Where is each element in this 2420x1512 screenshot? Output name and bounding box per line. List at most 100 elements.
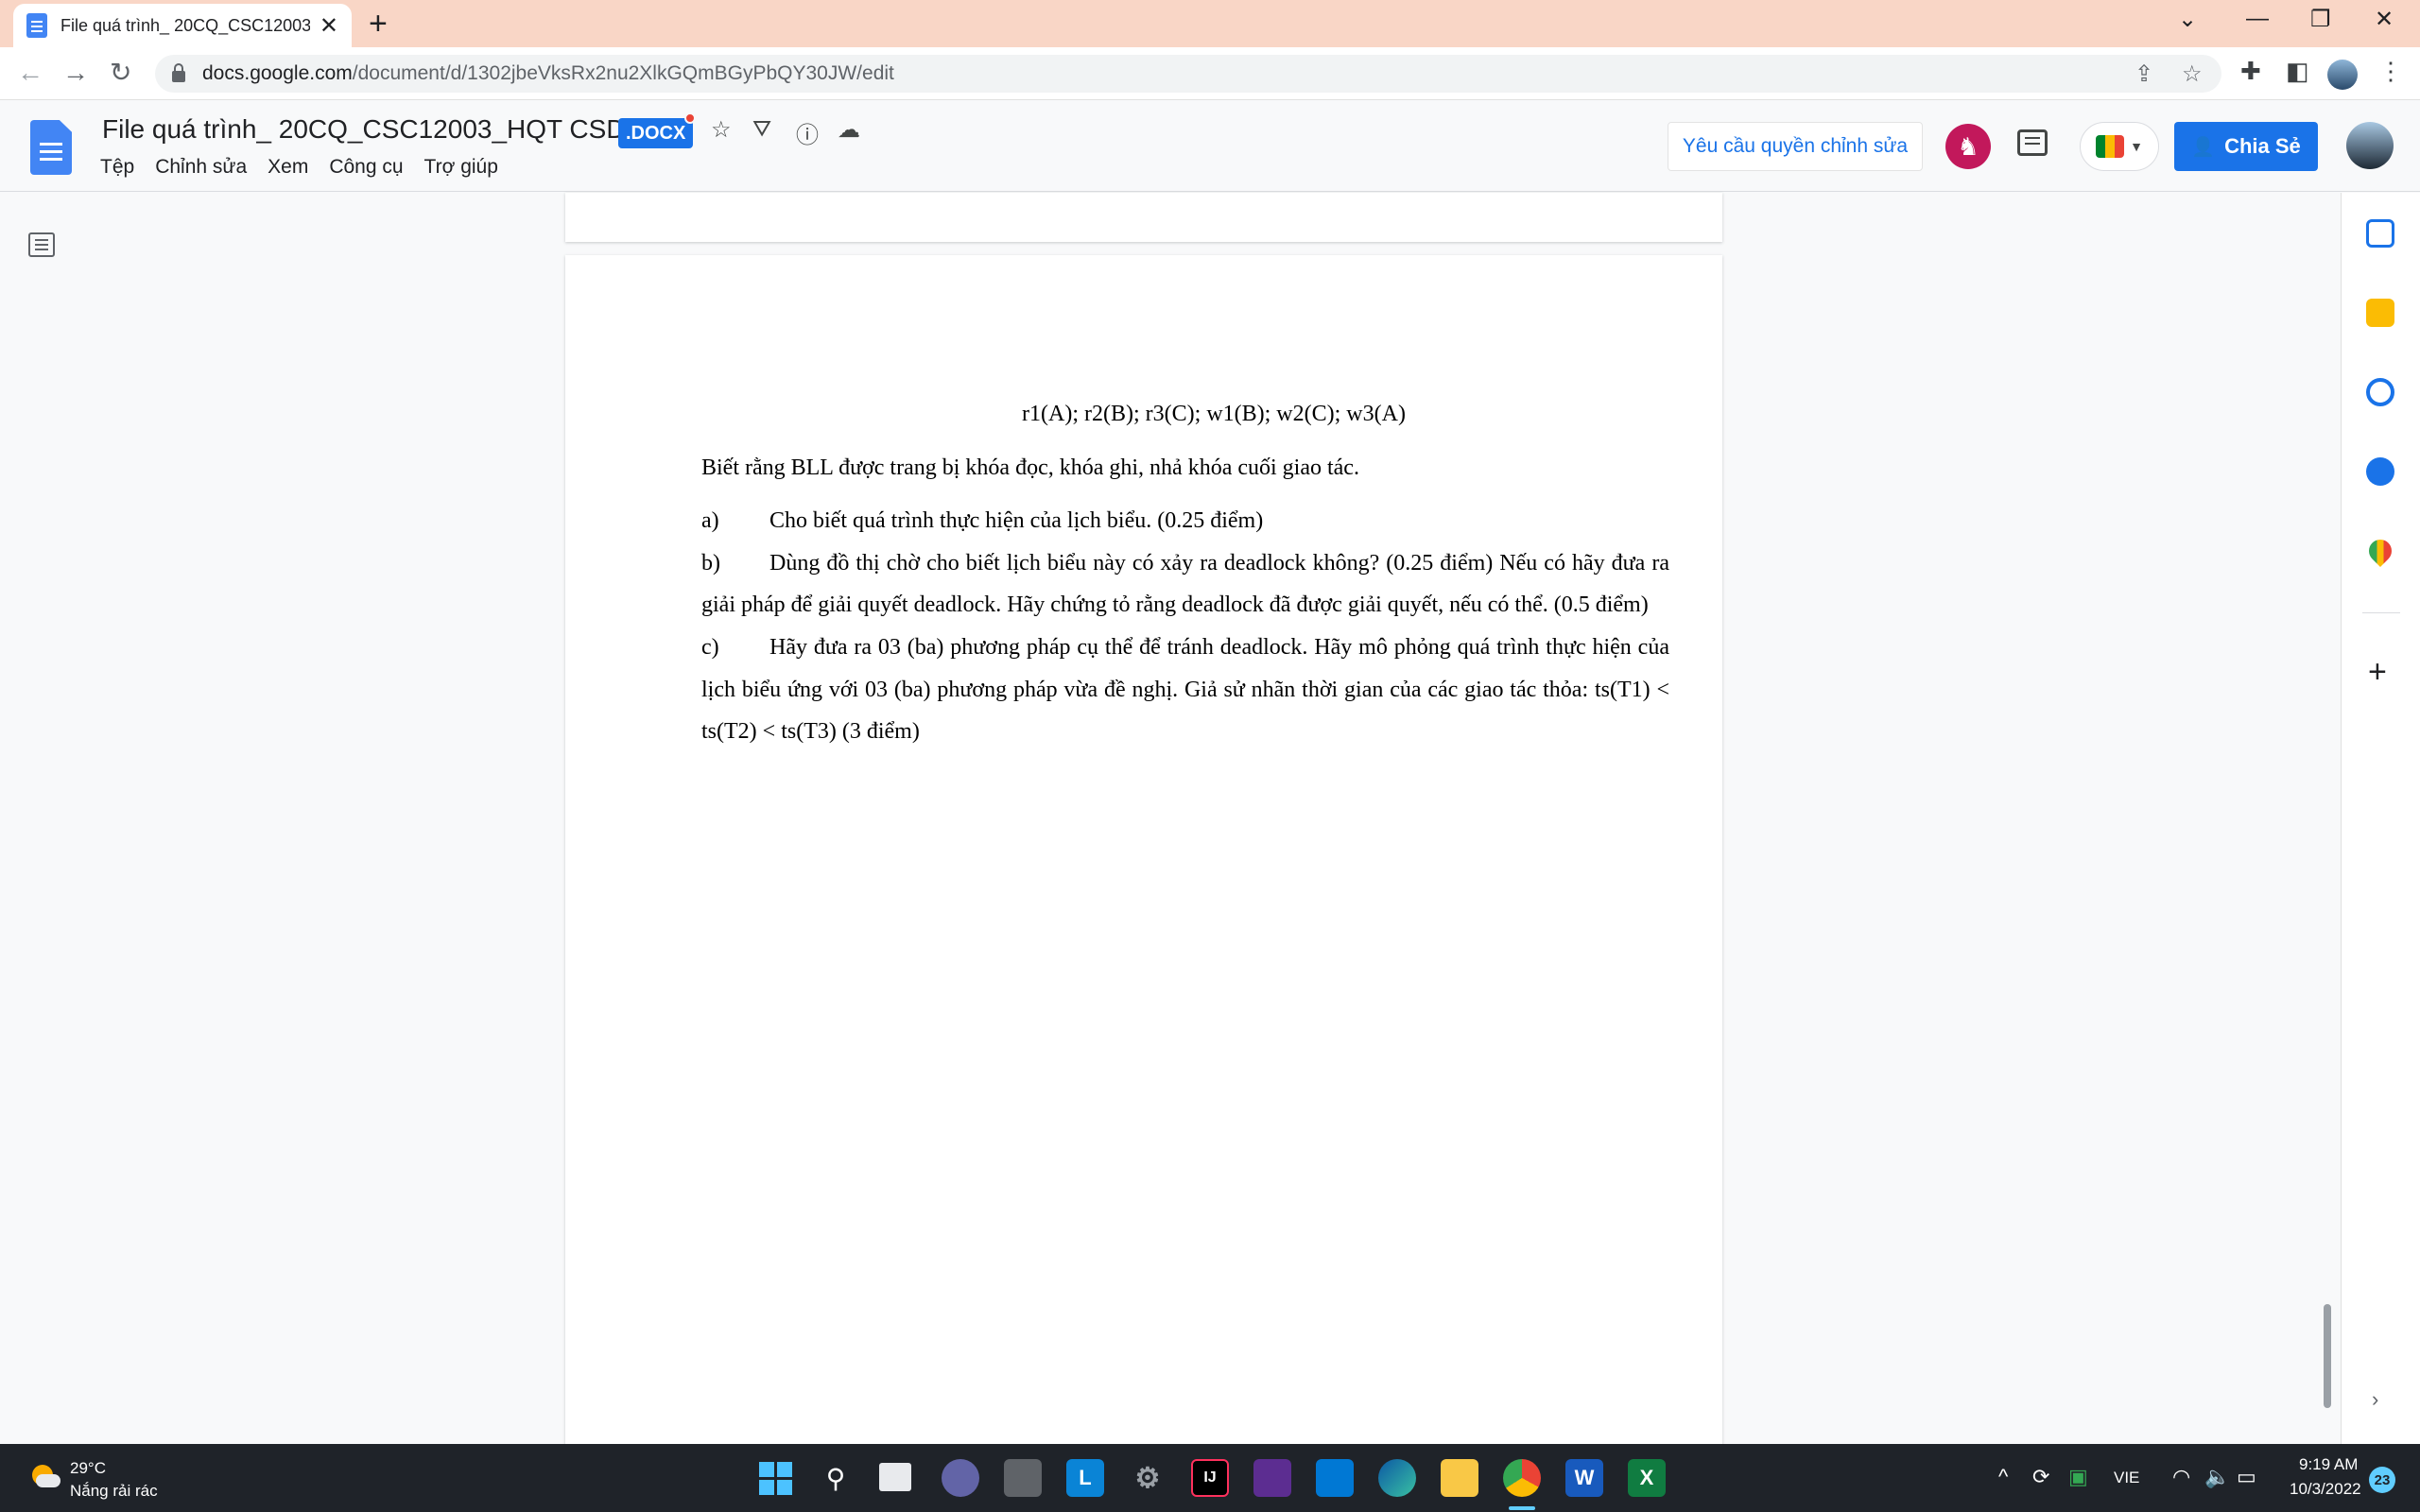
collaborator-avatar[interactable]: ♞ xyxy=(1945,124,1991,169)
browser-toolbar: ← → ↻ docs.google.com/document/d/1302jbe… xyxy=(0,47,2420,100)
cloud-status-icon[interactable]: ☁ xyxy=(838,116,860,144)
list-text: Dùng đồ thị chờ cho biết lịch biểu này c… xyxy=(701,550,1669,618)
url-host: docs.google.com xyxy=(202,62,353,84)
new-tab-button[interactable]: + xyxy=(369,8,388,40)
document-outline-icon[interactable] xyxy=(28,232,55,257)
lock-icon[interactable] xyxy=(172,63,185,82)
volume-icon[interactable]: 🔈 xyxy=(2204,1465,2230,1489)
share-button[interactable]: 👤 Chia Sẻ xyxy=(2174,122,2318,171)
meet-button[interactable]: ▼ xyxy=(2080,122,2159,171)
caret-down-icon: ▼ xyxy=(2130,139,2143,154)
list-item-a: a) Cho biết quá trình thực hiện của lịch… xyxy=(701,500,1669,542)
keep-icon[interactable] xyxy=(2366,299,2394,327)
browser-tab[interactable]: File quá trình_ 20CQ_CSC12003_HQT CSDL ✕ xyxy=(13,4,352,47)
list-label: a) xyxy=(701,508,719,534)
previous-page xyxy=(565,193,1722,242)
restore-button[interactable]: ❐ xyxy=(2310,6,2331,33)
document-title[interactable]: File quá trình_ 20CQ_CSC12003_HQT CSDL xyxy=(102,114,640,145)
contacts-icon[interactable] xyxy=(2366,457,2394,486)
calendar-icon[interactable] xyxy=(2366,219,2394,248)
google-docs-logo-icon[interactable] xyxy=(30,120,72,175)
input-language[interactable]: VIE xyxy=(2114,1469,2139,1487)
active-app-indicator xyxy=(1509,1506,1535,1510)
url-path: /document/d/1302jbeVksRx2nu2XlkGQmBGyPbQ… xyxy=(352,62,894,84)
teams-chat-icon[interactable] xyxy=(942,1459,979,1497)
camera-app-icon[interactable] xyxy=(1004,1459,1042,1497)
browser-menu-icon[interactable]: ⋮ xyxy=(2378,57,2403,86)
weather-temperature[interactable]: 29°C xyxy=(70,1459,106,1478)
clock-date[interactable]: 10/3/2022 xyxy=(2290,1480,2361,1499)
side-panel: + › xyxy=(2341,193,2420,1444)
intellij-icon[interactable]: IJ xyxy=(1191,1459,1229,1497)
excel-icon[interactable]: X xyxy=(1628,1459,1666,1497)
comment-history-icon[interactable] xyxy=(2017,129,2048,156)
list-text: Cho biết quá trình thực hiện của lịch bi… xyxy=(769,508,1264,534)
reload-button[interactable]: ↻ xyxy=(110,59,131,87)
task-view-icon[interactable] xyxy=(879,1463,911,1491)
person-add-icon: 👤 xyxy=(2191,136,2216,158)
word-icon[interactable]: W xyxy=(1565,1459,1603,1497)
weather-description[interactable]: Nắng rải rác xyxy=(70,1482,158,1501)
l-app-icon[interactable]: L xyxy=(1066,1459,1104,1497)
side-panel-divider xyxy=(2362,612,2400,613)
notification-dot xyxy=(684,112,696,124)
search-icon[interactable]: ⚲ xyxy=(817,1459,855,1497)
back-button[interactable]: ← xyxy=(17,59,43,87)
address-bar[interactable]: docs.google.com/document/d/1302jbeVksRx2… xyxy=(155,55,2221,93)
chrome-icon[interactable] xyxy=(1503,1459,1541,1497)
notification-count-badge[interactable]: 23 xyxy=(2369,1467,2395,1493)
list-label: c) xyxy=(701,634,719,660)
tab-search-icon[interactable]: ⌄ xyxy=(2178,6,2197,33)
browser-profile-avatar[interactable] xyxy=(2327,60,2358,90)
list-item-c: c) Hãy đưa ra 03 (ba) phương pháp cụ thể … xyxy=(701,627,1669,753)
request-edit-access-button[interactable]: Yêu cầu quyền chỉnh sửa xyxy=(1668,122,1923,171)
gpu-icon[interactable]: ▣ xyxy=(2068,1465,2088,1489)
tab-close-icon[interactable]: ✕ xyxy=(320,12,338,40)
bookmark-star-icon[interactable]: ☆ xyxy=(2182,60,2203,88)
menu-view[interactable]: Xem xyxy=(268,156,308,179)
intro-paragraph: Biết rằng BLL được trang bị khóa đọc, kh… xyxy=(701,455,1359,480)
settings-gear-icon[interactable]: ⚙ xyxy=(1129,1459,1167,1497)
file-explorer-icon[interactable] xyxy=(1441,1459,1478,1497)
windows-taskbar: 29°C Nắng rải rác ⚲ L ⚙ IJ W X ^ ⟳ ▣ VIE… xyxy=(0,1444,2420,1512)
sync-icon[interactable]: ⟳ xyxy=(2032,1465,2049,1489)
show-hidden-icons-icon[interactable]: ^ xyxy=(1998,1465,2008,1489)
extensions-puzzle-icon[interactable]: ✚ xyxy=(2240,57,2261,86)
docx-badge[interactable]: .DOCX xyxy=(618,118,694,148)
wifi-icon[interactable]: ◠ xyxy=(2172,1465,2190,1489)
minimize-button[interactable]: — xyxy=(2246,6,2269,32)
tasks-icon[interactable] xyxy=(2366,378,2394,406)
visual-studio-icon[interactable] xyxy=(1253,1459,1291,1497)
account-avatar[interactable] xyxy=(2346,122,2394,169)
share-button-label: Chia Sẻ xyxy=(2224,134,2301,158)
maps-icon[interactable] xyxy=(2364,535,2396,567)
menu-help[interactable]: Trợ giúp xyxy=(424,156,498,179)
list-label: b) xyxy=(701,550,720,576)
side-panel-icon[interactable]: ◧ xyxy=(2286,57,2309,86)
weather-icon[interactable] xyxy=(26,1463,60,1489)
vertical-scrollbar[interactable] xyxy=(2324,1304,2331,1408)
battery-icon[interactable]: ▭ xyxy=(2237,1465,2256,1489)
docs-header: File quá trình_ 20CQ_CSC12003_HQT CSDL .… xyxy=(0,101,2420,192)
clock-time[interactable]: 9:19 AM xyxy=(2299,1455,2358,1474)
forward-button[interactable]: → xyxy=(62,59,89,87)
google-meet-icon xyxy=(2096,135,2125,158)
document-body: r1(A); r2(B); r3(C); w1(B); w2(C); w3(A)… xyxy=(701,393,1669,753)
tab-title: File quá trình_ 20CQ_CSC12003_HQT CSDL xyxy=(60,15,310,35)
menu-file[interactable]: Tệp xyxy=(100,156,134,179)
edge-icon[interactable] xyxy=(1378,1459,1416,1497)
menu-tools[interactable]: Công cụ xyxy=(329,156,403,179)
close-window-button[interactable]: ✕ xyxy=(2375,6,2394,33)
add-addon-icon[interactable]: + xyxy=(2368,656,2387,688)
move-to-drive-icon[interactable]: ⛛ xyxy=(752,116,771,143)
collapse-panel-icon[interactable]: › xyxy=(2372,1387,2378,1412)
menu-edit[interactable]: Chỉnh sửa xyxy=(155,156,247,179)
list-item-b: b) Dùng đồ thị chờ cho biết lịch biểu này… xyxy=(701,542,1669,627)
browser-tab-strip: File quá trình_ 20CQ_CSC12003_HQT CSDL ✕… xyxy=(0,0,2420,47)
star-icon[interactable]: ☆ xyxy=(711,116,732,144)
share-page-icon[interactable]: ⇪ xyxy=(2135,60,2153,88)
start-button[interactable] xyxy=(756,1459,794,1497)
document-page[interactable]: r1(A); r2(B); r3(C); w1(B); w2(C); w3(A)… xyxy=(565,255,1722,1484)
vscode-icon[interactable] xyxy=(1316,1459,1354,1497)
document-info-icon[interactable]: ⓘ xyxy=(796,116,819,149)
